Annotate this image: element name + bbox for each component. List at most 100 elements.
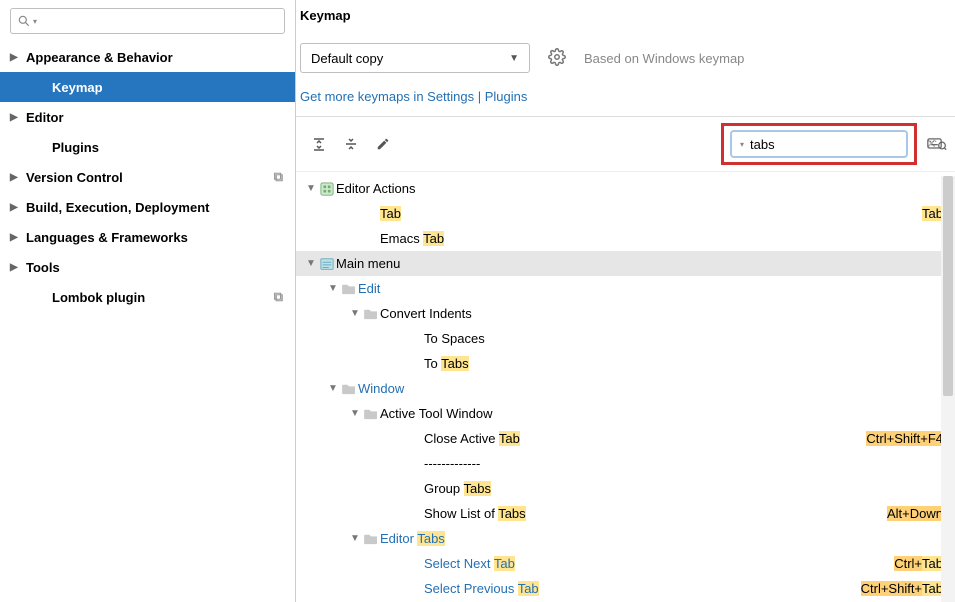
search-dropdown-icon: ▾: [33, 17, 37, 26]
sidebar-item-label: Version Control: [26, 170, 123, 185]
tree-row-label: Show List of Tabs: [424, 506, 526, 521]
shortcut-label: Alt+Down: [887, 506, 943, 521]
tree-row[interactable]: Show List of Tabs Alt+Down: [296, 501, 955, 526]
sidebar-item-languages-frameworks[interactable]: ▶Languages & Frameworks: [0, 222, 295, 252]
folder-icon: [362, 308, 380, 320]
shortcut-label: Ctrl+Shift+Tab: [861, 581, 943, 596]
tree-row-label: Emacs Tab: [380, 231, 444, 246]
expand-toggle-icon[interactable]: ▼: [304, 258, 318, 269]
sidebar-item-tools[interactable]: ▶Tools: [0, 252, 295, 282]
tree-row-label: Editor Tabs: [380, 531, 445, 546]
expand-arrow-icon: ▶: [10, 262, 26, 273]
tree-row-label: Editor Actions: [336, 181, 416, 196]
sidebar-item-plugins[interactable]: Plugins: [0, 132, 295, 162]
tree-row[interactable]: Emacs Tab: [296, 226, 955, 251]
edit-shortcut-button[interactable]: [372, 133, 394, 155]
expand-arrow-icon: ▶: [10, 112, 26, 123]
folder-icon: [362, 408, 380, 420]
tree-row[interactable]: To Spaces: [296, 326, 955, 351]
keymap-toolbar: ▾ ✕: [296, 116, 955, 171]
folder-icon: [340, 283, 358, 295]
sidebar-item-version-control[interactable]: ▶Version Control ⧉: [0, 162, 295, 192]
sidebar-item-label: Editor: [26, 110, 64, 125]
tree-row[interactable]: ▼ Edit: [296, 276, 955, 301]
tree-row-label: -------------: [424, 456, 480, 471]
tree-row-label: Group Tabs: [424, 481, 491, 496]
sidebar-item-appearance-behavior[interactable]: ▶Appearance & Behavior: [0, 42, 295, 72]
scheme-selected-label: Default copy: [311, 51, 383, 66]
tree-row[interactable]: ▼ Main menu: [296, 251, 955, 276]
chevron-down-icon: ▼: [509, 53, 519, 64]
tree-row[interactable]: Close Active TabCtrl+Shift+F4: [296, 426, 955, 451]
tree-row-label: Select Previous Tab: [424, 581, 539, 596]
tree-row-label: To Tabs: [424, 356, 469, 371]
project-scope-icon: ⧉: [274, 289, 283, 305]
shortcut-label: Ctrl+Shift+F4: [866, 431, 943, 446]
scrollbar-thumb[interactable]: [943, 176, 953, 396]
sidebar-item-label: Build, Execution, Deployment: [26, 200, 209, 215]
sidebar-search-input[interactable]: ▾: [10, 8, 285, 34]
keymap-scheme-select[interactable]: Default copy ▼: [300, 43, 530, 73]
expand-toggle-icon[interactable]: ▼: [348, 533, 362, 544]
scheme-controls: Default copy ▼ Based on Windows keymap: [300, 29, 955, 79]
sidebar-nav: ▶Appearance & BehaviorKeymap▶EditorPlugi…: [0, 40, 295, 312]
tree-row-label: Tab: [380, 206, 401, 221]
tree-row[interactable]: ▼ Editor Tabs: [296, 526, 955, 551]
menu-icon: [318, 257, 336, 271]
sidebar-item-lombok-plugin[interactable]: Lombok plugin ⧉: [0, 282, 295, 312]
vertical-scrollbar[interactable]: [941, 176, 955, 602]
expand-arrow-icon: ▶: [10, 232, 26, 243]
search-icon: [17, 14, 31, 28]
expand-arrow-icon: ▶: [10, 202, 26, 213]
expand-toggle-icon[interactable]: ▼: [348, 308, 362, 319]
sidebar-item-keymap[interactable]: Keymap: [0, 72, 295, 102]
action-filter-input[interactable]: ▾ ✕: [730, 130, 908, 158]
sidebar-item-label: Keymap: [52, 80, 103, 95]
tree-row-label: Convert Indents: [380, 306, 472, 321]
tree-row[interactable]: To Tabs: [296, 351, 955, 376]
tree-row[interactable]: ▼ Editor Actions: [296, 176, 955, 201]
folder-icon: [362, 533, 380, 545]
expand-toggle-icon[interactable]: ▼: [348, 408, 362, 419]
tree-row[interactable]: Select Next TabCtrl+Tab: [296, 551, 955, 576]
tree-row-label: Main menu: [336, 256, 400, 271]
folder-icon: [340, 383, 358, 395]
sidebar-item-label: Appearance & Behavior: [26, 50, 173, 65]
shortcut-label: Ctrl+Tab: [894, 556, 943, 571]
search-dropdown-icon: ▾: [740, 140, 744, 149]
actions-icon: [318, 182, 336, 196]
find-by-shortcut-button[interactable]: [927, 134, 947, 155]
expand-toggle-icon[interactable]: ▼: [326, 283, 340, 294]
page-title: Keymap: [300, 0, 955, 29]
sidebar-item-label: Tools: [26, 260, 60, 275]
tree-row[interactable]: ▼ Active Tool Window: [296, 401, 955, 426]
tree-row-label: Edit: [358, 281, 380, 296]
actions-tree[interactable]: ▼ Editor Actions Tab Tab Emacs Tab ▼ Main menu…: [296, 171, 955, 602]
expand-arrow-icon: ▶: [10, 52, 26, 63]
sidebar-item-label: Languages & Frameworks: [26, 230, 188, 245]
expand-toggle-icon[interactable]: ▼: [326, 383, 340, 394]
scheme-base-hint: Based on Windows keymap: [584, 51, 744, 66]
tree-row[interactable]: Select Previous Tab Ctrl+Shift+Tab: [296, 576, 955, 601]
sidebar-item-editor[interactable]: ▶Editor: [0, 102, 295, 132]
filter-text[interactable]: [750, 137, 926, 152]
get-more-keymaps-link[interactable]: Get more keymaps in Settings | Plugins: [300, 89, 527, 104]
project-scope-icon: ⧉: [274, 169, 283, 185]
sidebar-item-label: Plugins: [52, 140, 99, 155]
expand-all-button[interactable]: [308, 133, 330, 155]
gear-icon[interactable]: [548, 48, 566, 69]
tree-row[interactable]: Group Tabs: [296, 476, 955, 501]
collapse-all-button[interactable]: [340, 133, 362, 155]
tree-row-label: Window: [358, 381, 404, 396]
settings-sidebar: ▾ ▶Appearance & BehaviorKeymap▶EditorPlu…: [0, 0, 296, 602]
tree-row[interactable]: Tab Tab: [296, 201, 955, 226]
tree-row[interactable]: ▼ Convert Indents: [296, 301, 955, 326]
shortcut-label: Tab: [922, 206, 943, 221]
expand-toggle-icon[interactable]: ▼: [304, 183, 318, 194]
expand-arrow-icon: ▶: [10, 172, 26, 183]
tree-row[interactable]: -------------: [296, 451, 955, 476]
sidebar-item-label: Lombok plugin: [52, 290, 145, 305]
tree-row-label: Active Tool Window: [380, 406, 492, 421]
sidebar-item-build-execution-deployment[interactable]: ▶Build, Execution, Deployment: [0, 192, 295, 222]
tree-row[interactable]: ▼ Window: [296, 376, 955, 401]
